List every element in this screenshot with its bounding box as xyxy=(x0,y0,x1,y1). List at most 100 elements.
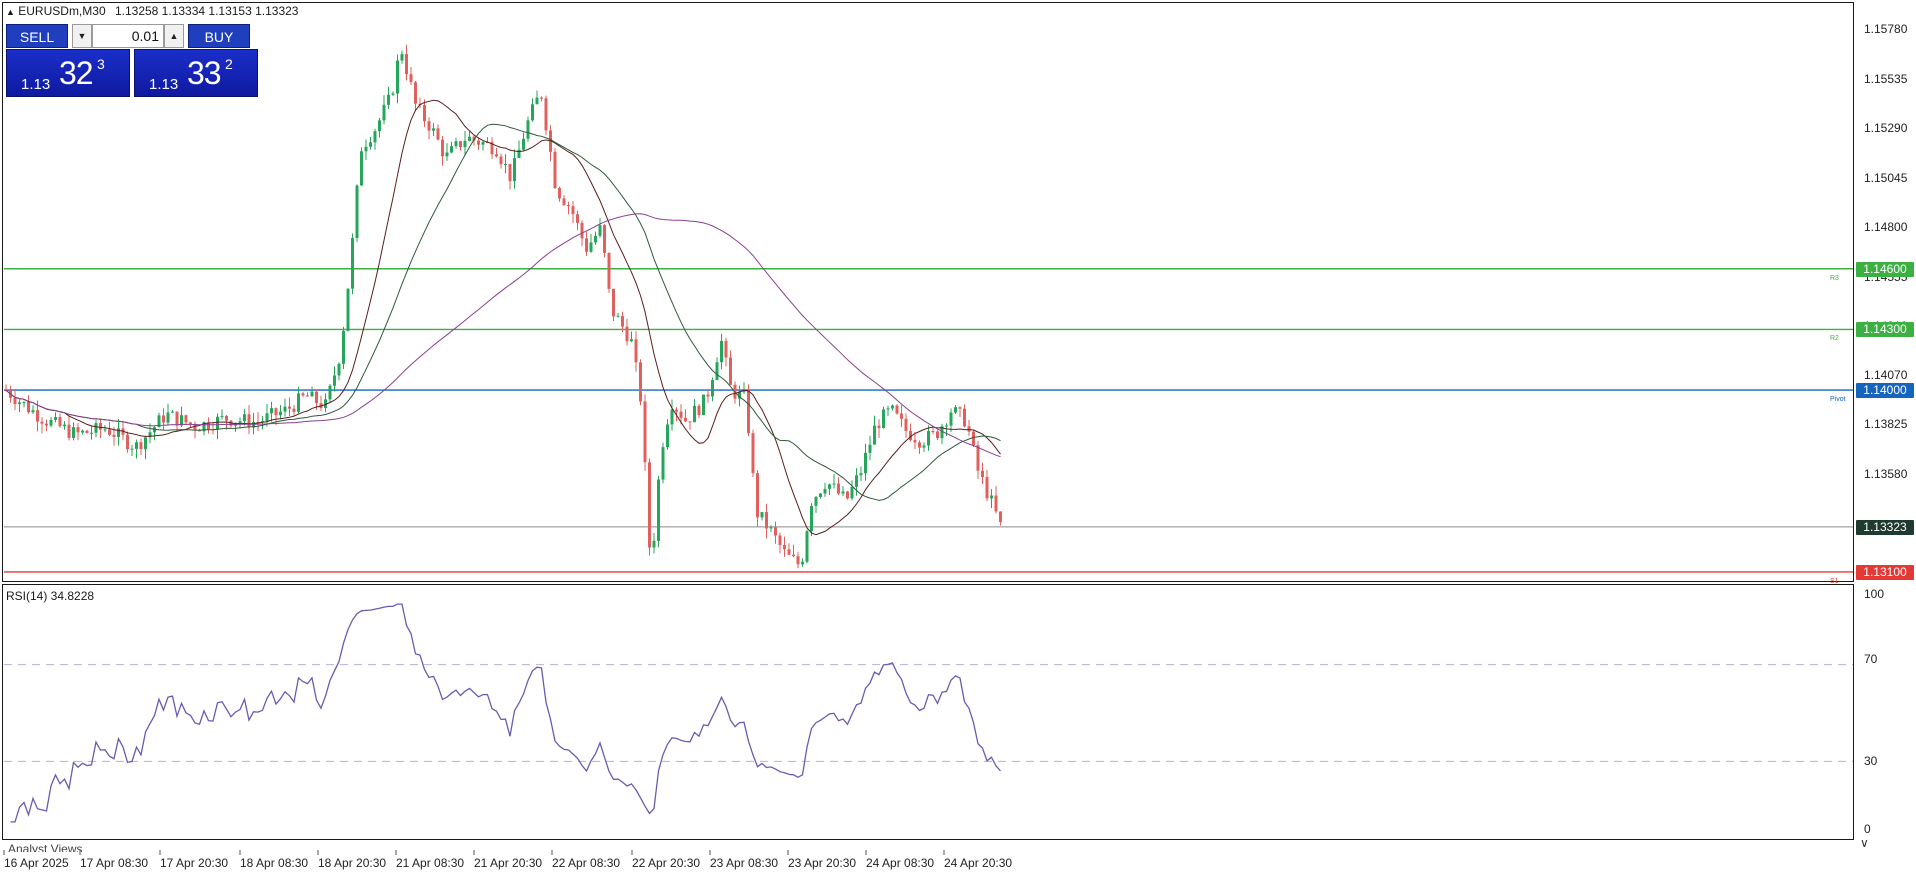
candle-body xyxy=(990,495,993,499)
candle-body xyxy=(715,362,719,381)
candle-body xyxy=(657,479,660,541)
level-name: R3 xyxy=(1830,274,1839,282)
candle-body xyxy=(130,448,134,450)
candle-body xyxy=(85,430,89,434)
candle-body xyxy=(36,410,39,422)
time-tick-label: 16 Apr 2025 xyxy=(4,856,69,870)
time-tick-label: 18 Apr 08:30 xyxy=(240,856,309,870)
candle-body xyxy=(859,473,863,476)
candle-body xyxy=(423,104,426,122)
level-name: S1 xyxy=(1830,577,1839,585)
candle-body xyxy=(756,473,759,518)
price-tick-label: 1.15045 xyxy=(1864,170,1908,185)
price-tick-label: 1.15535 xyxy=(1864,71,1908,86)
candle-body xyxy=(684,417,687,422)
lot-increase-button[interactable]: ▲ xyxy=(164,24,184,48)
candle-body xyxy=(580,222,584,239)
candle-body xyxy=(270,408,273,414)
rsi-title: RSI(14) 34.8228 xyxy=(6,589,95,603)
candle-body xyxy=(765,512,768,529)
sell-button[interactable]: SELL xyxy=(6,24,68,48)
lot-decrease-button[interactable]: ▼ xyxy=(72,24,92,48)
candle-body xyxy=(49,419,53,426)
candle-body xyxy=(414,82,417,104)
chart-canvas xyxy=(3,44,1853,855)
candle-body xyxy=(247,414,251,428)
candle-body xyxy=(967,426,971,432)
buy-button[interactable]: BUY xyxy=(188,24,250,48)
candle-body xyxy=(162,415,165,423)
candle-body xyxy=(724,340,728,358)
bid-quote[interactable]: 1.13 32 3 xyxy=(6,49,130,97)
candle-body xyxy=(315,391,318,404)
candle-body xyxy=(216,416,219,430)
candle-body xyxy=(495,154,498,157)
candle-body xyxy=(643,401,647,463)
lot-size-input[interactable]: 0.01 xyxy=(92,24,164,48)
candle-body xyxy=(126,434,129,450)
bid-pipette: 3 xyxy=(97,56,105,72)
level-price-tag: 1.14300 xyxy=(1856,322,1914,338)
analyst-views-tab[interactable]: Analyst Views xyxy=(8,842,82,852)
candle-body xyxy=(441,139,444,157)
candle-body xyxy=(769,527,773,529)
candle-body xyxy=(463,140,467,148)
current-price-tag: 1.13323 xyxy=(1856,519,1914,535)
candle-body xyxy=(819,493,822,498)
candle-body xyxy=(396,60,399,94)
candle-body xyxy=(378,120,381,132)
candle-body xyxy=(963,408,966,427)
candle-body xyxy=(405,54,408,75)
candle-body xyxy=(526,120,530,139)
candle-body xyxy=(873,425,876,445)
ask-quote[interactable]: 1.13 33 2 xyxy=(134,49,258,97)
time-tick-label: 22 Apr 08:30 xyxy=(552,856,621,870)
candle-body xyxy=(868,444,872,453)
candle-body xyxy=(337,363,341,376)
price-tick-label: 1.13580 xyxy=(1864,466,1908,481)
symbol-timeframe: EURUSDm,M30 xyxy=(18,4,106,18)
chart-header: ▲ EURUSDm,M30 1.13258 1.13334 1.13153 1.… xyxy=(6,4,298,18)
candle-body xyxy=(328,385,332,400)
candle-body xyxy=(553,151,557,189)
candle-body xyxy=(535,97,539,105)
time-tick-label: 21 Apr 20:30 xyxy=(474,856,543,870)
triangle-up-icon[interactable]: ▲ xyxy=(6,7,15,17)
candle-body xyxy=(103,429,107,431)
candle-body xyxy=(571,206,575,215)
candle-body xyxy=(364,146,368,152)
candle-body xyxy=(360,151,363,186)
chart-window: ▲ EURUSDm,M30 1.13258 1.13334 1.13153 1.… xyxy=(0,0,1916,874)
candle-body xyxy=(342,330,345,364)
ask-prefix: 1.13 xyxy=(149,76,179,93)
candle-body xyxy=(499,156,503,165)
candle-body xyxy=(850,486,854,499)
candle-body xyxy=(283,406,287,412)
candle-body xyxy=(477,140,480,145)
candle-body xyxy=(864,452,867,474)
candle-body xyxy=(504,163,507,165)
chart-shift-icon[interactable]: ∨ xyxy=(1860,836,1869,850)
candle-body xyxy=(445,152,449,157)
candle-body xyxy=(99,423,102,430)
candle-body xyxy=(468,136,471,141)
candle-body xyxy=(711,380,714,397)
candle-body xyxy=(184,415,188,423)
candle-body xyxy=(985,477,989,499)
candle-body xyxy=(369,142,372,147)
candle-body xyxy=(630,339,633,342)
candle-body xyxy=(841,491,845,494)
time-tick-label: 21 Apr 08:30 xyxy=(396,856,465,870)
candle-body xyxy=(729,357,732,385)
candle-body xyxy=(639,362,642,402)
candle-body xyxy=(40,421,44,424)
candle-body xyxy=(175,411,179,426)
candle-body xyxy=(945,425,948,427)
candle-body xyxy=(832,483,836,485)
price-tick-label: 1.14070 xyxy=(1864,367,1908,382)
candle-body xyxy=(837,483,840,494)
candle-body xyxy=(688,421,692,423)
candle-body xyxy=(333,375,336,386)
candle-body xyxy=(117,428,120,437)
candle-body xyxy=(742,391,746,393)
